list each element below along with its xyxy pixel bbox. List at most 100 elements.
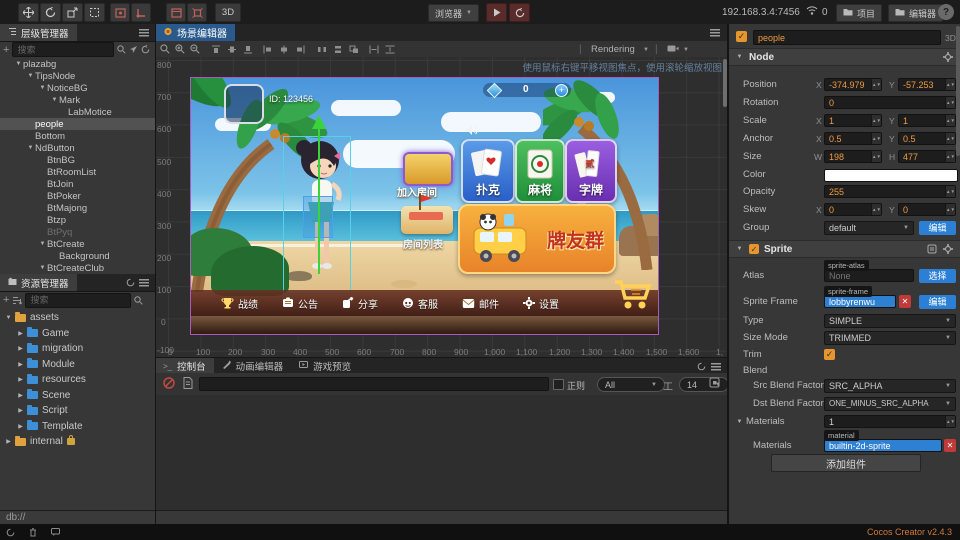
help-button[interactable]: ? (938, 4, 954, 20)
align-hcenter-icon[interactable] (279, 45, 289, 54)
tree-item[interactable]: LabMotice (0, 106, 155, 118)
popup-console-icon[interactable] (709, 377, 720, 388)
mahjong-game-button[interactable]: 麻将 (515, 139, 565, 203)
status-message-icon[interactable] (51, 528, 60, 536)
stepper[interactable]: ▲▼ (945, 204, 955, 215)
tree-item[interactable]: ▼ TipsNode (0, 70, 155, 82)
menu-item-mail[interactable]: 邮件 (462, 296, 499, 311)
edit-sprite-frame-button[interactable]: 编辑 (919, 294, 956, 309)
skew-x-field[interactable]: 0 ▲▼ (824, 203, 882, 216)
hierarchy-search-input[interactable] (12, 42, 115, 57)
console-filter-input[interactable] (199, 377, 549, 391)
zoom-in-icon[interactable] (175, 44, 185, 54)
tab-assets[interactable]: 资源管理器 (0, 274, 77, 291)
create-node-button[interactable]: + (3, 44, 9, 56)
sprite-enabled-checkbox[interactable]: ✓ (749, 244, 759, 254)
tree-item[interactable]: BtnBG (0, 154, 155, 166)
font-size-dropdown[interactable]: 14 ▼ (679, 377, 729, 392)
rendering-mode-label[interactable]: Rendering (591, 44, 635, 55)
rotate-tool-button[interactable] (40, 3, 61, 22)
regex-checkbox[interactable] (553, 379, 564, 390)
collapse-icon[interactable]: ▶ (16, 392, 25, 399)
sprite-section-header[interactable]: ▼ ✓ Sprite (729, 240, 960, 258)
canvas-fit-button[interactable] (187, 3, 207, 22)
panel-divider[interactable] (727, 24, 728, 524)
distribute-h-icon[interactable] (317, 45, 327, 54)
assets-search-input[interactable] (25, 292, 132, 308)
gem-counter[interactable]: 0 + (483, 82, 571, 99)
tab-console[interactable]: >_ 控制台 (155, 357, 214, 375)
zoom-out-icon[interactable] (190, 44, 200, 54)
panel-menu-icon[interactable] (139, 279, 149, 287)
stepper[interactable]: ▲▼ (945, 79, 955, 90)
collapse-icon[interactable]: ▶ (16, 376, 25, 383)
asset-item[interactable]: ▼ assets (0, 310, 155, 326)
skew-y-field[interactable]: 0 ▲▼ (898, 203, 956, 216)
3d-toggle-button[interactable]: 3D (215, 3, 241, 22)
coordinate-mode-button[interactable] (131, 3, 151, 22)
locate-node-icon[interactable] (129, 45, 138, 54)
create-asset-button[interactable]: + (3, 294, 9, 306)
align-bottom-icon[interactable] (243, 45, 253, 54)
node-section-header[interactable]: ▼ Node (729, 48, 960, 66)
collapse-icon[interactable]: ▶ (16, 330, 25, 337)
add-component-button[interactable]: 添加组件 (771, 454, 921, 472)
stepper[interactable]: ▲▼ (945, 186, 955, 197)
game-canvas[interactable]: ID: 123456 0 + 加入房间 房间列表 扑克 麻将 贰 字牌 牌友群 … (190, 77, 659, 335)
open-editor-button[interactable]: 编辑器 (888, 4, 944, 22)
dst-blend-dropdown[interactable]: ONE_MINUS_SRC_ALPHA ▼ (824, 396, 956, 411)
tab-scene-editor[interactable]: 场景编辑器 (155, 24, 235, 41)
stepper[interactable]: ▲▼ (871, 204, 881, 215)
opacity-field[interactable]: 255 ▲▼ (824, 185, 956, 198)
player-avatar[interactable] (224, 84, 264, 124)
expand-icon[interactable]: ▼ (38, 265, 47, 271)
refresh-preview-button[interactable] (509, 3, 530, 22)
tree-item[interactable]: BtMajong (0, 202, 155, 214)
panel-menu-icon[interactable] (139, 29, 149, 37)
anchor-y-field[interactable]: 0.5 ▲▼ (898, 132, 956, 145)
collapse-icon[interactable]: ▶ (16, 361, 25, 368)
src-blend-dropdown[interactable]: SRC_ALPHA ▼ (824, 378, 956, 393)
stepper[interactable]: ▲▼ (945, 97, 955, 108)
tree-item[interactable]: Bottom (0, 130, 155, 142)
size-mode-dropdown[interactable]: TRIMMED ▼ (824, 330, 956, 345)
scale-y-field[interactable]: 1 ▲▼ (898, 114, 956, 127)
asset-item[interactable]: ▶ internal (0, 434, 155, 450)
size-w-field[interactable]: 198 ▲▼ (824, 150, 882, 163)
translate-gizmo-arrowhead[interactable] (312, 115, 326, 129)
clear-material-button[interactable]: ✕ (944, 439, 956, 452)
speaker-icon[interactable] (465, 124, 479, 139)
stretch-v-icon[interactable] (385, 45, 395, 54)
camera-view-icon[interactable] (667, 44, 679, 53)
type-dropdown[interactable]: SIMPLE ▼ (824, 313, 956, 328)
size-h-field[interactable]: 477 ▲▼ (898, 150, 956, 163)
collapse-logs-icon[interactable] (183, 377, 193, 389)
zoom-fit-icon[interactable] (160, 44, 170, 54)
tree-item[interactable]: BtRoomList (0, 166, 155, 178)
menu-item-share[interactable]: 分享 (342, 296, 378, 311)
tab-animation-editor[interactable]: 动画编辑器 (214, 358, 292, 375)
trim-checkbox[interactable]: ✓ (824, 349, 835, 360)
tree-item[interactable]: ▼ BtCreateClub (0, 262, 155, 274)
expand-icon[interactable]: ▼ (14, 61, 23, 67)
edit-group-button[interactable]: 编辑 (919, 220, 956, 235)
translate-gizmo-axis[interactable] (318, 128, 320, 274)
menu-item-support[interactable]: 客服 (402, 296, 438, 311)
gear-icon[interactable] (943, 52, 953, 65)
collapse-icon[interactable]: ▶ (16, 345, 25, 352)
search-icon[interactable] (134, 295, 144, 305)
stepper[interactable]: ▲▼ (871, 115, 881, 126)
node-active-checkbox[interactable]: ✓ (736, 30, 747, 42)
room-list-button[interactable] (401, 194, 453, 234)
sort-icon[interactable] (12, 296, 23, 305)
rect-tool-button[interactable] (84, 3, 105, 22)
tree-item[interactable]: Background (0, 250, 155, 262)
panel-menu-icon[interactable] (710, 29, 720, 37)
collapse-section-icon[interactable]: ▼ (735, 246, 744, 252)
console-log-area[interactable] (155, 395, 728, 510)
expand-icon[interactable]: ▼ (26, 73, 35, 79)
tab-hierarchy[interactable]: 层级管理器 (0, 24, 77, 41)
panel-divider[interactable] (155, 24, 156, 524)
log-level-dropdown[interactable]: All ▼ (597, 377, 665, 392)
shop-cart-button[interactable] (611, 274, 653, 317)
